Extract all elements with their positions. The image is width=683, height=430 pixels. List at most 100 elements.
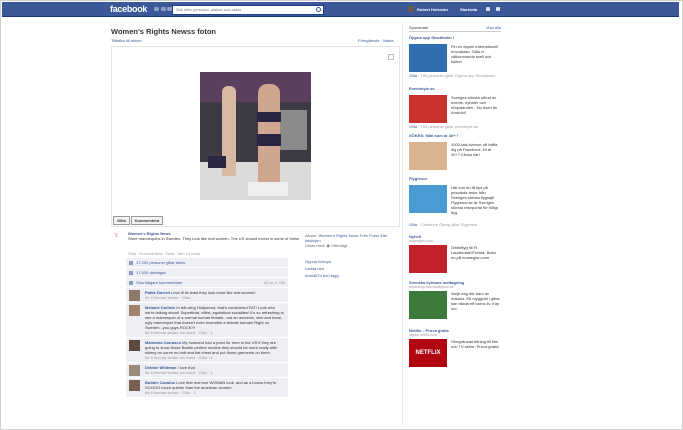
from-label: Från bbox=[359, 233, 368, 238]
ad-social-context: · Catherine Öberg gillar Flygresor bbox=[417, 222, 478, 227]
ad-image[interactable] bbox=[409, 142, 447, 170]
see-all-ads-link[interactable]: Visa alla bbox=[486, 25, 501, 30]
ad-title[interactable]: Flygresor bbox=[409, 176, 501, 181]
share-icon bbox=[129, 270, 133, 275]
report-remove-tag-link[interactable]: Anmäl/Ta bort tagg bbox=[305, 272, 339, 279]
comment-meta[interactable]: för 6 timmar sedan · Gilla bbox=[145, 295, 190, 300]
commenter-avatar[interactable] bbox=[129, 380, 140, 391]
facebook-logo[interactable]: facebook bbox=[110, 4, 147, 14]
sponsored-label: Sponsrade bbox=[409, 25, 429, 30]
photo-handbag bbox=[208, 156, 226, 168]
ad-body: Obegränsad tittning till film och TV-ser… bbox=[451, 339, 500, 349]
female-symbol-icon[interactable]: ♀ bbox=[113, 231, 120, 240]
photo-details: Album: Women's Rights News Från Foton fr… bbox=[305, 233, 403, 248]
ad-image[interactable] bbox=[409, 44, 447, 72]
comment-count: 50 av 3 785 bbox=[264, 280, 285, 285]
ad-body: Fin en öppen internationell huvudstad. G… bbox=[451, 44, 499, 64]
search-placeholder: Sök efter personer, platser och saker bbox=[176, 7, 242, 12]
comment: Marianna Carrasco My husband had a point… bbox=[126, 338, 288, 363]
mannequin-photo[interactable] bbox=[200, 72, 311, 200]
ad-like-link[interactable]: Gilla bbox=[409, 124, 417, 129]
commenter-avatar[interactable] bbox=[129, 340, 140, 351]
comment: Bobbie Cavalos Love that real true WOMAN… bbox=[126, 378, 288, 398]
caption-actions[interactable]: Gilla · Kommentera · Dela · den 13 mars bbox=[128, 251, 200, 256]
ad-title[interactable]: Öppna upp Stockholm ! bbox=[409, 35, 501, 40]
find-friends-icon[interactable] bbox=[486, 7, 490, 11]
ad-like-row: Gilla · Catherine Öberg gillar Flygresor bbox=[409, 222, 477, 227]
commenter-avatar[interactable] bbox=[129, 365, 140, 376]
photo-pedestal bbox=[248, 182, 288, 196]
photo-actions: Gilla Kommentera bbox=[113, 216, 164, 225]
comment-button[interactable]: Kommentera bbox=[130, 216, 164, 225]
like-button[interactable]: Gilla bbox=[113, 216, 130, 225]
photo-options: Öppna fotovyn Ladda ned Anmäl/Ta bort ta… bbox=[305, 258, 339, 279]
sponsored-header: Sponsrade Visa alla bbox=[409, 25, 501, 32]
ad-eventstyle[interactable]: Eventstyle.se Sveriges största utbud av … bbox=[409, 86, 501, 132]
ad-body: Här kan du få tips på prisvärda resor fr… bbox=[451, 185, 498, 215]
ad-social-context: · 703 personer gillar eventstyle.se bbox=[417, 124, 479, 129]
ad-flygresor[interactable]: Flygresor Här kan du få tips på prisvärd… bbox=[409, 176, 501, 230]
user-avatar[interactable] bbox=[408, 6, 414, 12]
ad-netflix[interactable]: Netflix – Prova gratis signup.netflix.co… bbox=[409, 328, 501, 374]
thumbs-up-icon bbox=[129, 260, 133, 265]
shares-count[interactable]: 17 630 delningar bbox=[136, 270, 166, 275]
open-photo-viewer-link[interactable]: Öppna fotovyn bbox=[305, 258, 339, 265]
privacy-setting[interactable]: Offentligt bbox=[331, 243, 347, 248]
comment: Melanie Carlisle In left-wing Hollywood,… bbox=[126, 303, 288, 338]
album-title: Women's Rights Newss foton bbox=[111, 27, 216, 36]
ad-norwegian[interactable]: Nyhet! norwegian.com Direktflyg till Ft.… bbox=[409, 234, 501, 274]
commenter-avatar[interactable] bbox=[129, 290, 140, 301]
ad-dating[interactable]: SÖKES: Män som är 40+ ! 1000-tals kvinno… bbox=[409, 133, 501, 173]
home-link[interactable]: Startsida bbox=[460, 7, 477, 12]
ad-image[interactable] bbox=[409, 245, 447, 273]
comment-bubble-icon bbox=[129, 280, 133, 285]
edit-pencil-icon[interactable] bbox=[388, 54, 394, 60]
comment: Pattie Dorrell Love it! At least they lo… bbox=[126, 288, 288, 303]
ad-image[interactable] bbox=[409, 95, 447, 123]
ad-url: norwegian.com bbox=[409, 239, 433, 243]
ad-image[interactable]: NETFLIX bbox=[409, 339, 447, 367]
ad-like-row: Gilla · 703 personer gillar eventstyle.s… bbox=[409, 124, 478, 129]
ad-like-link[interactable]: Gilla bbox=[409, 73, 417, 78]
comment-meta[interactable]: för 6 timmar sedan via mobil · Gilla · 1 bbox=[145, 370, 213, 375]
next-photo-link[interactable]: Nästa bbox=[383, 38, 393, 43]
globe-icon: ◉ bbox=[326, 243, 330, 248]
previous-photo-link[interactable]: Föregående bbox=[358, 38, 380, 43]
download-link[interactable]: Ladda ned bbox=[305, 265, 339, 272]
photo-lingerie-bottom bbox=[257, 134, 281, 146]
top-bar: facebook Sök efter personer, platser och… bbox=[2, 2, 679, 17]
ad-like-row: Gilla · 150 personer gillar Öppna upp St… bbox=[409, 73, 496, 78]
view-older-comments-link[interactable]: Visa tidigare kommentarer bbox=[136, 280, 183, 285]
commenter-avatar[interactable] bbox=[129, 305, 140, 316]
ad-body: Varje dag dör barn av malaria. Ett myggn… bbox=[451, 291, 500, 311]
ad-image[interactable] bbox=[409, 291, 447, 319]
ad-body: Direktflyg till Ft. Lauderdale/Florida. … bbox=[451, 245, 496, 260]
ad-stockholm[interactable]: Öppna upp Stockholm ! Fin en öppen inter… bbox=[409, 35, 501, 81]
ad-image[interactable] bbox=[409, 185, 447, 213]
search-icon[interactable] bbox=[316, 7, 321, 12]
ad-title[interactable]: SÖKES: Män som är 40+ ! bbox=[409, 133, 501, 138]
friend-requests-icon[interactable] bbox=[154, 7, 159, 11]
shared-with-label: Delas med: bbox=[305, 243, 326, 248]
back-to-albums-link[interactable]: Tillbaka till album bbox=[111, 38, 142, 43]
shares-row[interactable]: 17 630 delningar bbox=[126, 268, 288, 278]
ad-svenska-kyrkan[interactable]: Svenska kyrkans mottagning webbshop.sven… bbox=[409, 280, 501, 324]
comment: Debbie Whitman I love that för 6 timmar … bbox=[126, 363, 288, 378]
comment-meta[interactable]: för 6 timmar sedan via mobil · Gilla · 1 bbox=[145, 330, 213, 335]
messages-icon[interactable] bbox=[161, 7, 166, 11]
ad-url: signup.netflix.com bbox=[409, 333, 438, 337]
comment-meta[interactable]: för 6 timmar sedan · Gilla · 1 bbox=[145, 390, 196, 395]
comment-meta[interactable]: för 6 timmar sedan via mobil · Gilla · 4 bbox=[145, 355, 213, 360]
album-link[interactable]: Women's Rights News bbox=[319, 233, 359, 238]
ad-like-link[interactable]: Gilla bbox=[409, 222, 417, 227]
ad-title[interactable]: Eventstyle.se bbox=[409, 86, 501, 91]
ad-body: Sveriges största utbud av events, nyhete… bbox=[451, 95, 498, 115]
likes-count[interactable]: 17 202 personer gillar detta. bbox=[136, 260, 186, 265]
likes-row[interactable]: 17 202 personer gillar detta. bbox=[126, 258, 288, 268]
settings-gear-icon[interactable] bbox=[496, 7, 500, 11]
profile-link[interactable]: Robert Holender bbox=[417, 7, 448, 12]
search-input[interactable]: Sök efter personer, platser och saker bbox=[172, 5, 324, 15]
ad-body: 1000-tals kvinnor vill träffa dig på Fac… bbox=[451, 142, 498, 157]
photo-wall bbox=[200, 72, 311, 102]
older-comments-row[interactable]: Visa tidigare kommentarer 50 av 3 785 bbox=[126, 278, 288, 288]
